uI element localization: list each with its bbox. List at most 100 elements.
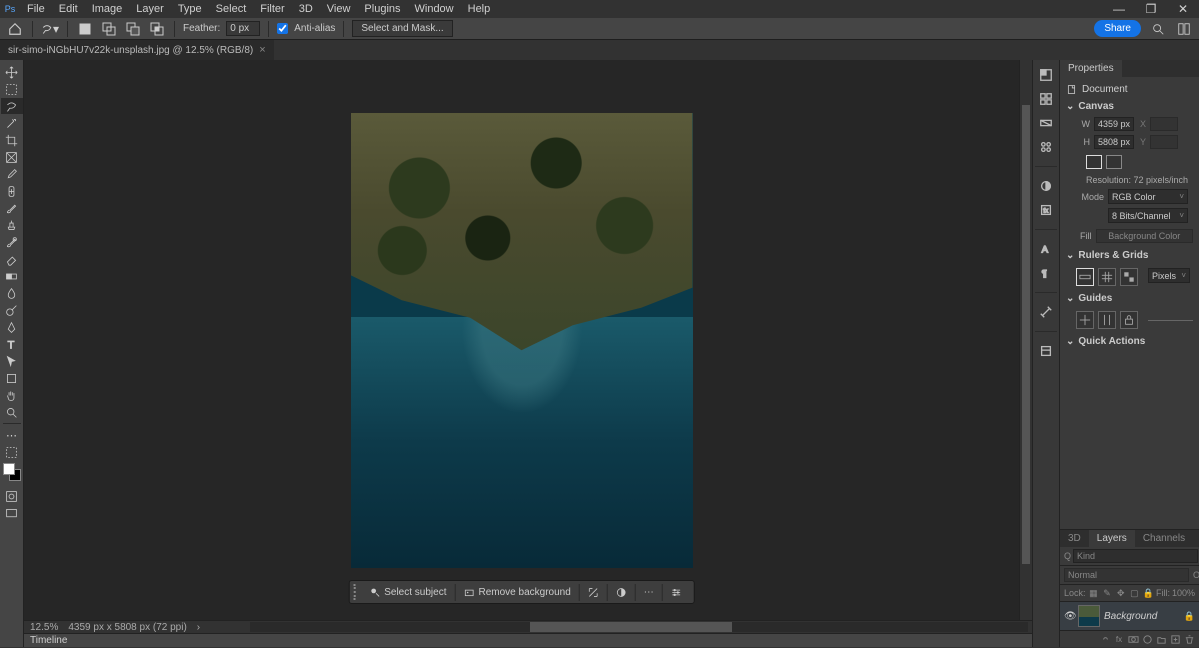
mode-select[interactable]: RGB Color — [1108, 189, 1188, 204]
antialias-checkbox[interactable] — [277, 23, 288, 34]
doc-dimensions[interactable]: 4359 px x 5808 px (72 ppi) — [68, 622, 186, 633]
menu-plugins[interactable]: Plugins — [357, 1, 407, 17]
selection-new-icon[interactable] — [76, 20, 94, 38]
remove-background-button[interactable]: Remove background — [455, 584, 579, 601]
marquee-tool[interactable] — [1, 81, 23, 97]
tab-layers[interactable]: Layers — [1089, 530, 1135, 547]
lasso-dropdown-icon[interactable]: ▾ — [41, 20, 59, 38]
width-input[interactable] — [1094, 117, 1134, 131]
more-options-icon[interactable]: ⋯ — [636, 584, 663, 601]
menu-3d[interactable]: 3D — [292, 1, 320, 17]
select-and-mask-button[interactable]: Select and Mask... — [352, 20, 452, 37]
close-button[interactable]: ✕ — [1167, 0, 1199, 18]
character-panel-icon[interactable]: A — [1035, 238, 1057, 260]
adjustment-icon[interactable] — [608, 584, 636, 601]
guide-view-icon[interactable] — [1076, 311, 1094, 329]
layer-style-icon[interactable]: fx — [1113, 633, 1125, 645]
lock-artboard-icon[interactable]: ▢ — [1129, 587, 1141, 599]
minimize-button[interactable]: — — [1103, 0, 1135, 18]
lock-all-icon[interactable]: 🔒 — [1142, 587, 1154, 599]
crop-tool[interactable] — [1, 132, 23, 148]
tab-channels[interactable]: Channels — [1135, 530, 1193, 547]
history-brush-tool[interactable] — [1, 234, 23, 250]
gradients-panel-icon[interactable] — [1035, 112, 1057, 134]
visibility-toggle-icon[interactable]: 👁 — [1064, 611, 1074, 622]
edit-toolbar-icon[interactable] — [1, 444, 23, 460]
selection-intersect-icon[interactable] — [148, 20, 166, 38]
guides-section-header[interactable]: Guides — [1066, 290, 1193, 307]
select-subject-button[interactable]: Select subject — [361, 584, 455, 601]
menu-edit[interactable]: Edit — [52, 1, 85, 17]
feather-input[interactable] — [226, 21, 260, 36]
share-button[interactable]: Share — [1094, 20, 1141, 37]
color-panel-icon[interactable] — [1035, 64, 1057, 86]
layer-filter-select[interactable] — [1073, 549, 1198, 563]
fill-opacity-value[interactable]: 100% — [1172, 588, 1195, 598]
zoom-display[interactable]: 12.5% — [30, 622, 58, 633]
link-layers-icon[interactable] — [1099, 633, 1111, 645]
shape-tool[interactable] — [1, 370, 23, 386]
tab-3d[interactable]: 3D — [1060, 530, 1089, 547]
layer-name[interactable]: Background — [1104, 611, 1157, 622]
guide-new-icon[interactable] — [1098, 311, 1116, 329]
hand-tool[interactable] — [1, 387, 23, 403]
new-layer-icon[interactable] — [1169, 633, 1181, 645]
foreground-background-color[interactable] — [3, 463, 21, 481]
dodge-tool[interactable] — [1, 302, 23, 318]
home-icon[interactable] — [6, 20, 24, 38]
more-tools-icon[interactable]: ⋯ — [1, 427, 23, 443]
height-input[interactable] — [1094, 135, 1134, 149]
menu-select[interactable]: Select — [209, 1, 254, 17]
patterns-panel-icon[interactable] — [1035, 136, 1057, 158]
type-tool[interactable]: T — [1, 336, 23, 352]
properties-toggle-icon[interactable] — [663, 584, 690, 601]
properties-tab[interactable]: Properties — [1060, 60, 1122, 77]
selection-add-icon[interactable] — [100, 20, 118, 38]
frame-tool[interactable] — [1, 149, 23, 165]
lock-pixels-icon[interactable]: ▦ — [1088, 587, 1100, 599]
ruler-units-select[interactable]: Pixels — [1148, 268, 1190, 283]
layer-row-background[interactable]: 👁 Background 🔒 — [1060, 602, 1199, 630]
transform-icon[interactable] — [580, 584, 608, 601]
menu-view[interactable]: View — [320, 1, 358, 17]
lock-position-icon[interactable]: ✎ — [1101, 587, 1113, 599]
eyedropper-tool[interactable] — [1, 166, 23, 182]
ruler-toggle-icon[interactable] — [1076, 268, 1094, 286]
adjustments-panel-icon[interactable] — [1035, 175, 1057, 197]
layer-thumbnail[interactable] — [1078, 605, 1100, 627]
drag-handle-icon[interactable] — [353, 584, 357, 600]
lasso-tool[interactable] — [1, 98, 23, 114]
search-icon[interactable] — [1149, 20, 1167, 38]
group-icon[interactable] — [1155, 633, 1167, 645]
brush-tool[interactable] — [1, 200, 23, 216]
fill-button[interactable]: Background Color — [1096, 229, 1194, 243]
zoom-tool[interactable] — [1, 404, 23, 420]
modify-panel-icon[interactable] — [1035, 301, 1057, 323]
pixel-grid-toggle-icon[interactable] — [1120, 268, 1138, 286]
guide-lock-icon[interactable] — [1120, 311, 1138, 329]
rulers-section-header[interactable]: Rulers & Grids — [1066, 247, 1193, 264]
menu-image[interactable]: Image — [85, 1, 130, 17]
blur-tool[interactable] — [1, 285, 23, 301]
horizontal-scrollbar[interactable] — [250, 622, 1028, 632]
workspace-switcher-icon[interactable] — [1175, 20, 1193, 38]
grid-toggle-icon[interactable] — [1098, 268, 1116, 286]
path-select-tool[interactable] — [1, 353, 23, 369]
status-chevron-icon[interactable]: › — [197, 622, 200, 633]
guide-color-preview[interactable] — [1148, 320, 1193, 321]
portrait-button[interactable] — [1086, 155, 1102, 169]
healing-tool[interactable] — [1, 183, 23, 199]
landscape-button[interactable] — [1106, 155, 1122, 169]
gradient-tool[interactable] — [1, 268, 23, 284]
menu-layer[interactable]: Layer — [129, 1, 171, 17]
blend-mode-select[interactable] — [1064, 568, 1189, 582]
magic-wand-tool[interactable] — [1, 115, 23, 131]
close-tab-icon[interactable]: × — [259, 44, 265, 56]
paragraph-panel-icon[interactable]: ¶ — [1035, 262, 1057, 284]
eraser-tool[interactable] — [1, 251, 23, 267]
adjustment-layer-icon[interactable] — [1141, 633, 1153, 645]
selection-subtract-icon[interactable] — [124, 20, 142, 38]
document-tab[interactable]: sir-simo-iNGbHU7v22k-unsplash.jpg @ 12.5… — [0, 40, 274, 60]
layer-lock-icon[interactable]: 🔒 — [1184, 611, 1195, 622]
libraries-panel-icon[interactable] — [1035, 340, 1057, 362]
